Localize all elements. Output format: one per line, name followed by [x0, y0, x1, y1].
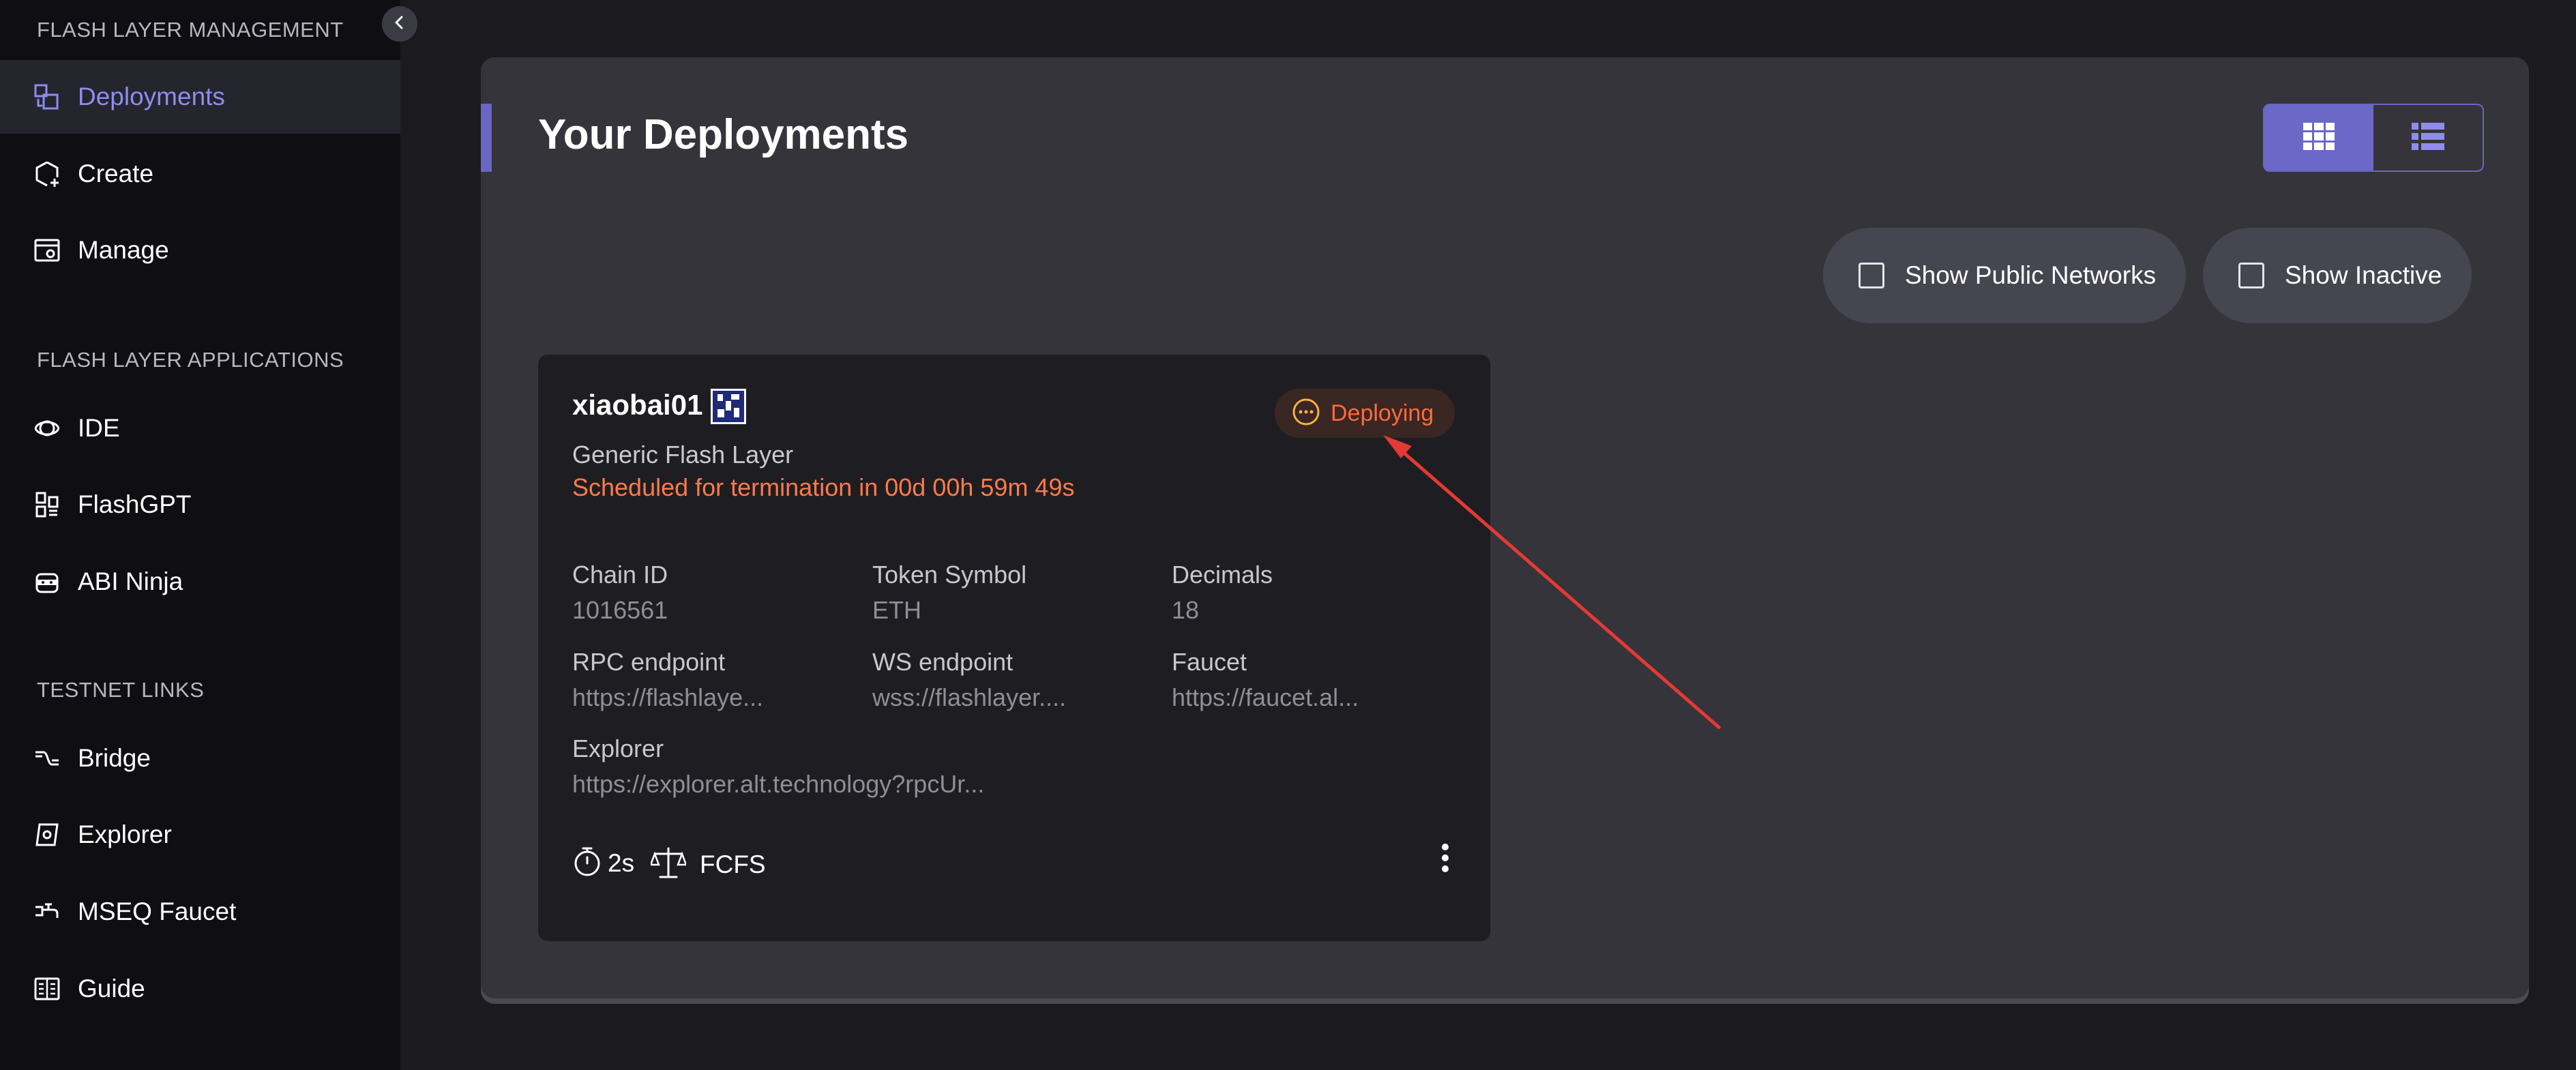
- manage-icon: [33, 236, 61, 265]
- sidebar-item-create[interactable]: Create: [0, 137, 400, 211]
- identicon-avatar: [711, 389, 746, 424]
- deployment-name: xiaobai01: [572, 389, 703, 421]
- sidebar-item-label: Bridge: [78, 744, 151, 772]
- rpc-endpoint-label: RPC endpoint: [572, 648, 726, 676]
- sidebar-item-deployments[interactable]: Deployments: [0, 60, 400, 134]
- filter-label: Show Inactive: [2285, 261, 2442, 289]
- title-accent-bar: [481, 104, 492, 172]
- sequencer-mode: FCFS: [649, 846, 766, 883]
- sidebar-item-bridge[interactable]: Bridge: [0, 722, 400, 795]
- sidebar: FLASH LAYER MANAGEMENT Deployments Creat…: [0, 0, 400, 1070]
- collapse-sidebar-button[interactable]: [382, 6, 417, 42]
- create-icon: [33, 160, 61, 188]
- sidebar-item-abi-ninja[interactable]: ABI Ninja: [0, 545, 400, 619]
- page-title: Your Deployments: [538, 111, 909, 158]
- show-public-networks-toggle[interactable]: Show Public Networks: [1823, 228, 2186, 323]
- sequencer-mode-value: FCFS: [700, 850, 766, 878]
- chevron-left-icon: [391, 14, 409, 35]
- block-time: 2s: [572, 846, 634, 880]
- chain-id-value: 1016561: [572, 596, 668, 624]
- chain-id-label: Chain ID: [572, 561, 668, 589]
- grid-view-button[interactable]: [2264, 105, 2373, 170]
- ide-icon: [33, 414, 61, 443]
- abi-ninja-icon: [33, 567, 61, 596]
- list-view-icon: [2412, 122, 2444, 153]
- more-vertical-icon: [1441, 843, 1449, 876]
- stopwatch-icon: [572, 846, 602, 880]
- decimals-value: 18: [1172, 596, 1200, 624]
- sidebar-item-explorer[interactable]: Explorer: [0, 798, 400, 872]
- token-symbol-value: ETH: [872, 596, 921, 624]
- sidebar-item-label: Guide: [78, 975, 145, 1002]
- more-options-button[interactable]: [1425, 839, 1466, 880]
- sidebar-item-label: Manage: [78, 236, 169, 264]
- explorer-value[interactable]: https://explorer.alt.technology?rpcUr...: [572, 770, 984, 799]
- termination-countdown: Scheduled for termination in 00d 00h 59m…: [572, 473, 1075, 501]
- grid-view-icon: [2303, 122, 2335, 153]
- deployments-panel: Your Deployments Show Public Networks Sh…: [481, 57, 2529, 998]
- scale-icon: [649, 846, 687, 883]
- explorer-label: Explorer: [572, 734, 664, 762]
- pending-icon: [1291, 397, 1321, 430]
- sidebar-item-label: FlashGPT: [78, 490, 192, 518]
- deployments-icon: [33, 83, 61, 111]
- deployment-card[interactable]: xiaobai01 Deploying Generic Flash Layer …: [538, 355, 1490, 941]
- flashgpt-icon: [33, 490, 61, 519]
- sidebar-item-label: Deployments: [78, 83, 225, 110]
- sidebar-item-mseq-faucet[interactable]: MSEQ Faucet: [0, 875, 400, 949]
- explorer-icon: [33, 820, 61, 849]
- section-title-management: FLASH LAYER MANAGEMENT: [37, 18, 344, 42]
- sidebar-item-ide[interactable]: IDE: [0, 391, 400, 465]
- status-text: Deploying: [1331, 400, 1434, 426]
- sidebar-item-label: ABI Ninja: [78, 567, 183, 595]
- sidebar-item-manage[interactable]: Manage: [0, 213, 400, 287]
- bridge-icon: [33, 744, 61, 773]
- filter-label: Show Public Networks: [1905, 261, 2157, 289]
- sidebar-item-flashgpt[interactable]: FlashGPT: [0, 468, 400, 541]
- sidebar-item-label: Create: [78, 160, 154, 188]
- faucet-value[interactable]: https://faucet.al...: [1172, 683, 1359, 712]
- sidebar-item-label: Explorer: [78, 820, 172, 848]
- list-view-button[interactable]: [2373, 105, 2483, 170]
- token-symbol-label: Token Symbol: [872, 561, 1027, 589]
- sidebar-item-label: IDE: [78, 414, 120, 442]
- sidebar-item-label: MSEQ Faucet: [78, 897, 237, 925]
- decimals-label: Decimals: [1172, 561, 1273, 589]
- faucet-label: Faucet: [1172, 648, 1247, 676]
- rpc-endpoint-value[interactable]: https://flashlaye...: [572, 683, 763, 712]
- guide-icon: [33, 975, 61, 1003]
- ws-endpoint-value[interactable]: wss://flashlayer....: [872, 683, 1066, 712]
- faucet-icon: [33, 897, 61, 926]
- block-time-value: 2s: [608, 848, 635, 877]
- sidebar-item-guide[interactable]: Guide: [0, 952, 400, 1026]
- ws-endpoint-label: WS endpoint: [872, 648, 1013, 676]
- status-badge: Deploying: [1275, 389, 1455, 438]
- show-public-networks-checkbox[interactable]: [1859, 263, 1884, 288]
- section-title-applications: FLASH LAYER APPLICATIONS: [37, 348, 344, 372]
- show-inactive-toggle[interactable]: Show Inactive: [2203, 228, 2472, 323]
- view-toggle: [2263, 104, 2484, 172]
- section-title-testnet: TESTNET LINKS: [37, 678, 205, 702]
- show-inactive-checkbox[interactable]: [2238, 263, 2264, 288]
- flash-layer-type: Generic Flash Layer: [572, 441, 794, 469]
